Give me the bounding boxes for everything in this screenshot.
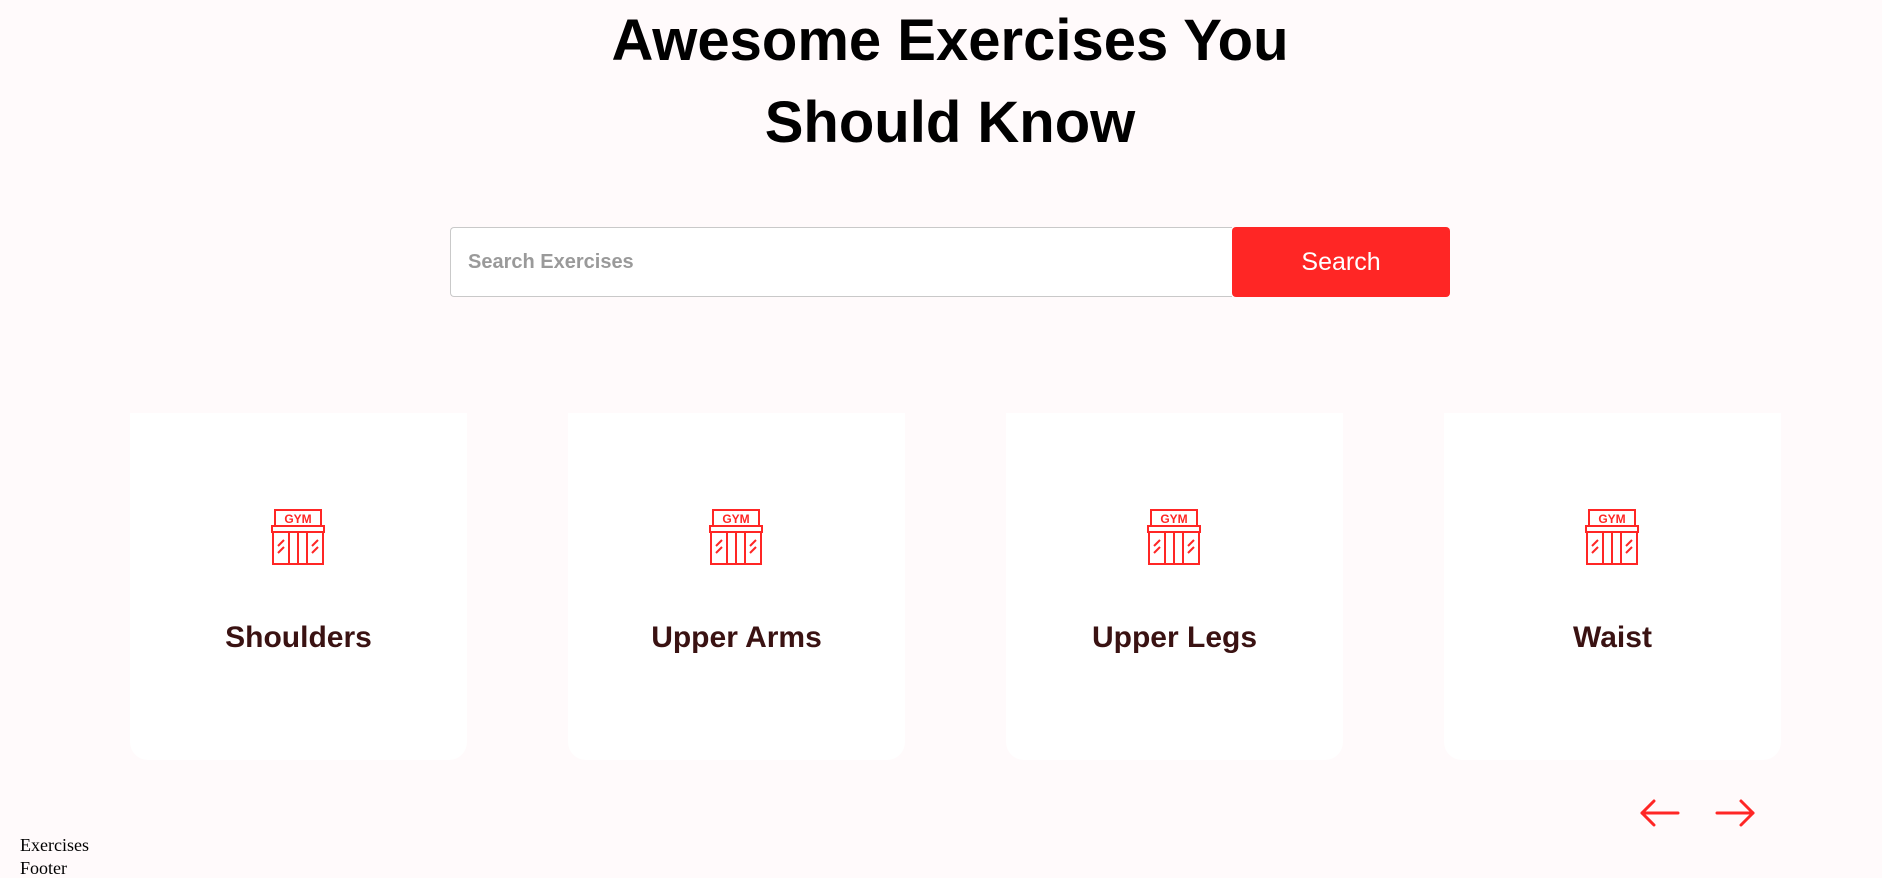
- gym-icon-text: GYM: [1160, 512, 1187, 526]
- gym-icon: GYM: [271, 509, 325, 565]
- category-card-shoulders[interactable]: GYM Shoulders: [130, 413, 467, 760]
- category-card-upper-legs[interactable]: GYM Upper Legs: [1006, 413, 1343, 760]
- exercises-section-placeholder: Exercises: [20, 835, 89, 855]
- arrow-right-icon[interactable]: [1713, 796, 1757, 830]
- arrow-left-icon[interactable]: [1638, 796, 1682, 830]
- search-bar: Search: [450, 227, 1450, 297]
- gym-icon: GYM: [1147, 509, 1201, 565]
- gym-icon-text: GYM: [284, 512, 311, 526]
- page-title-line-1: Awesome Exercises You: [611, 8, 1289, 73]
- page-title: Awesome Exercises You Should Know: [0, 0, 1882, 164]
- gym-icon-text: GYM: [1598, 512, 1625, 526]
- category-card-upper-arms[interactable]: GYM Upper Arms: [568, 413, 905, 760]
- category-label: Waist: [1573, 621, 1652, 654]
- gym-icon-text: GYM: [722, 512, 749, 526]
- category-label: Shoulders: [225, 621, 372, 654]
- footer-placeholder: Footer: [20, 858, 67, 878]
- search-button[interactable]: Search: [1232, 227, 1450, 297]
- search-input[interactable]: [450, 227, 1232, 297]
- category-label: Upper Legs: [1091, 621, 1258, 654]
- category-label: Upper Arms: [651, 621, 822, 654]
- category-card-waist[interactable]: GYM Waist: [1444, 413, 1781, 760]
- gym-icon: GYM: [709, 509, 763, 565]
- gym-icon: GYM: [1585, 509, 1639, 565]
- page-title-line-2: Should Know: [764, 90, 1136, 155]
- body-part-carousel: GYM Shoulders GYM Upper Arms GYM Upper L…: [130, 413, 1782, 760]
